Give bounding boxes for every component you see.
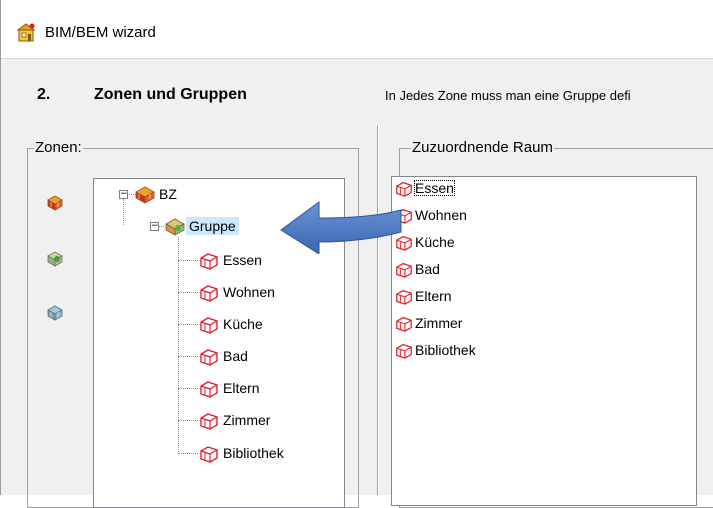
tree-node-room[interactable]: Bibliothek xyxy=(198,443,287,463)
group-add-icon xyxy=(47,251,63,267)
add-group-button[interactable] xyxy=(43,246,67,270)
tree-connector xyxy=(178,356,198,357)
room-icon xyxy=(200,381,218,398)
list-item[interactable]: Küche xyxy=(394,231,456,253)
tree-node-label: Küche xyxy=(223,316,263,332)
list-item[interactable]: Eltern xyxy=(394,285,453,307)
panel-divider[interactable] xyxy=(377,126,379,495)
tree-node-label: Essen xyxy=(223,252,262,268)
tree-connector xyxy=(123,199,124,225)
room-icon xyxy=(200,253,218,270)
room-icon xyxy=(396,262,412,278)
list-item[interactable]: Wohnen xyxy=(394,204,468,226)
room-icon xyxy=(396,289,412,305)
title-bar[interactable]: BIM/BEM wizard xyxy=(1,0,713,59)
tree-node-label: Zimmer xyxy=(223,412,271,428)
room-icon xyxy=(396,343,412,359)
list-item-label: Wohnen xyxy=(415,207,467,223)
room-icon xyxy=(200,413,218,430)
tree-node-room[interactable]: Eltern xyxy=(198,378,263,398)
tree-node-gruppe[interactable]: Gruppe xyxy=(164,216,239,236)
step-description: In Jedes Zone muss man eine Gruppe defi xyxy=(385,88,631,103)
list-item[interactable]: Essen xyxy=(394,177,455,199)
list-item[interactable]: Bad xyxy=(394,258,441,280)
room-icon xyxy=(396,316,412,332)
tree-node-label: Eltern xyxy=(223,380,260,396)
list-item-label: Eltern xyxy=(415,288,452,304)
tree-node-room[interactable]: Essen xyxy=(198,250,265,270)
list-item-label: Essen xyxy=(414,180,455,196)
tree-node-room[interactable]: Zimmer xyxy=(198,410,273,430)
room-icon xyxy=(200,317,218,334)
tree-node-label: Bad xyxy=(223,348,248,364)
list-item-label: Bad xyxy=(415,261,440,277)
room-icon xyxy=(396,181,412,197)
tree-connector xyxy=(178,237,179,454)
tree-node-room[interactable]: Küche xyxy=(198,314,266,334)
drag-arrow-icon xyxy=(280,201,402,254)
add-room-button[interactable] xyxy=(43,300,67,324)
room-add-icon xyxy=(47,305,63,321)
tree-node-room[interactable]: Wohnen xyxy=(198,282,278,302)
raum-legend: Zuzuordnende Raum xyxy=(411,139,554,156)
tree-connector xyxy=(178,292,198,293)
room-icon xyxy=(200,285,218,302)
tree-connector xyxy=(178,420,198,421)
zone-icon xyxy=(135,186,155,204)
room-icon xyxy=(200,349,218,366)
add-zone-button[interactable] xyxy=(43,190,67,214)
group-icon xyxy=(165,218,185,236)
list-item-label: Küche xyxy=(415,234,455,250)
tree-node-room[interactable]: Bad xyxy=(198,346,251,366)
tree-node-label: BZ xyxy=(159,186,177,202)
tree-node-label: Bibliothek xyxy=(223,445,284,461)
step-title: Zonen und Gruppen xyxy=(94,86,247,103)
window-title: BIM/BEM wizard xyxy=(45,24,156,41)
list-item[interactable]: Bibliothek xyxy=(394,339,477,361)
tree-connector xyxy=(178,260,198,261)
zone-add-icon xyxy=(47,195,63,211)
tree-connector xyxy=(178,324,198,325)
list-item[interactable]: Zimmer xyxy=(394,312,463,334)
tree-node-label: Gruppe xyxy=(186,217,239,235)
tree-node-bz[interactable]: BZ xyxy=(134,184,180,204)
collapse-bz-toggle[interactable]: − xyxy=(119,190,128,199)
list-item-label: Zimmer xyxy=(415,315,463,331)
tree-connector xyxy=(178,388,198,389)
list-item-label: Bibliothek xyxy=(415,342,476,358)
tree-connector xyxy=(178,453,198,454)
app-house-icon xyxy=(17,23,36,42)
wizard-window: BIM/BEM wizard 2. Zonen und Gruppen In J… xyxy=(0,0,713,508)
collapse-gruppe-toggle[interactable]: − xyxy=(150,222,159,231)
zonen-legend: Zonen: xyxy=(34,139,83,156)
raum-list[interactable]: Essen Wohnen Küche Bad Eltern Zimmer Bib… xyxy=(391,176,697,506)
tree-node-label: Wohnen xyxy=(223,284,275,300)
room-icon xyxy=(200,446,218,463)
step-number: 2. xyxy=(37,86,51,103)
